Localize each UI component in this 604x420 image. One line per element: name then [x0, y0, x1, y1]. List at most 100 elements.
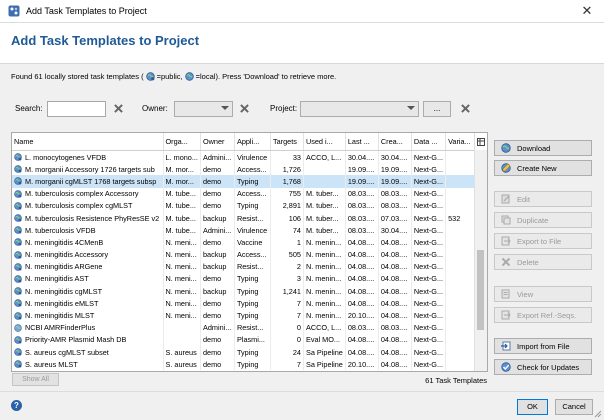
table-row[interactable]: M. morganii cgMLST 1768 targets subsp M. …	[12, 175, 478, 188]
cell-owner: backup	[200, 285, 235, 298]
clear-search-icon[interactable]	[111, 101, 125, 115]
search-input[interactable]	[47, 101, 106, 117]
check-for-updates-button[interactable]: Check for Updates	[494, 359, 592, 375]
template-name: M. tuberculosis VFDB	[25, 225, 96, 235]
cell-org: N. meni...	[163, 285, 201, 298]
cell-data: Next-G...	[411, 248, 447, 261]
template-name: S. aureus cgMLST subset	[25, 347, 109, 357]
table-row[interactable]: N. meningitidis eMLST N. meni... demo Typin…	[12, 297, 478, 310]
table-row[interactable]: S. aureus MLST S. aureus demo Typing 7 Sa Pip…	[12, 358, 478, 371]
local-globe-icon	[184, 72, 194, 81]
cell-org: M. tube...	[163, 199, 201, 212]
view-button[interactable]: View	[494, 286, 592, 302]
download-button[interactable]: Download	[494, 140, 592, 156]
resize-grip-icon[interactable]	[594, 410, 602, 418]
template-name: M. tuberculosis complex cgMLST	[25, 201, 133, 211]
column-chooser-icon[interactable]	[474, 133, 487, 151]
cell-var	[445, 272, 478, 286]
table-row[interactable]: M. tuberculosis complex cgMLST M. tube...…	[12, 199, 478, 212]
name-cell-content: S. aureus cgMLST subset	[14, 348, 161, 357]
export-to-file-button[interactable]: Export to File	[494, 233, 592, 249]
column-header[interactable]: Data ...	[411, 133, 447, 151]
table-row[interactable]: N. meningitidis MLST N. meni... demo Typing…	[12, 309, 478, 322]
column-header[interactable]: Varia...	[445, 133, 478, 151]
cell-targets: 106	[270, 211, 304, 225]
cell-org: N. meni...	[163, 272, 201, 286]
local-globe-icon	[14, 323, 22, 332]
cell-created: 04.08....	[378, 297, 412, 310]
cell-data: Next-G...	[411, 175, 447, 188]
ok-button[interactable]: OK	[517, 399, 548, 415]
templates-table[interactable]: Name Orga... Owner Appli... Targets Used i...…	[11, 132, 488, 372]
column-header[interactable]: Crea...	[378, 133, 412, 151]
export-to-file-label: Export to File	[517, 236, 562, 246]
show-all-button[interactable]: Show All	[12, 373, 59, 386]
table-header-row: Name Orga... Owner Appli... Targets Used i...…	[12, 133, 478, 151]
column-header[interactable]: Targets	[270, 133, 304, 151]
cell-data: Next-G...	[411, 199, 447, 212]
table-row[interactable]: S. aureus cgMLST subset S. aureus demo Typi…	[12, 346, 478, 359]
window-close-icon[interactable]: ✕	[570, 0, 604, 22]
project-dropdown[interactable]	[300, 101, 419, 117]
project-browse-button[interactable]: ...	[423, 101, 451, 117]
table-row[interactable]: M. tuberculosis VFDB M. tube... Admini... V…	[12, 224, 478, 237]
column-header[interactable]: Used i...	[303, 133, 346, 151]
cell-name: N. meningitidis ARGene	[12, 260, 164, 273]
public-globe-icon	[145, 72, 155, 81]
table-vertical-scrollbar[interactable]	[474, 150, 487, 371]
table-row[interactable]: N. meningitidis 4CMenB N. meni... demo Vacc…	[12, 236, 478, 249]
name-cell-content: N. meningitidis Accessory	[14, 250, 161, 259]
cell-last: 20.10....	[345, 309, 379, 322]
column-header[interactable]: Name	[12, 133, 164, 151]
template-name: N. meningitidis 4CMenB	[25, 237, 104, 247]
public-globe-icon	[14, 299, 22, 308]
column-header[interactable]: Appli...	[234, 133, 271, 151]
cell-used: M. tuber...	[303, 187, 346, 200]
help-icon[interactable]: ?	[11, 400, 22, 411]
duplicate-button[interactable]: Duplicate	[494, 212, 592, 228]
export-ref-seqs-button[interactable]: Export Ref.-Seqs.	[494, 307, 592, 323]
clear-owner-icon[interactable]	[237, 101, 251, 115]
cell-owner: demo	[200, 297, 235, 310]
cell-created: 08.03....	[378, 199, 412, 212]
cell-org: S. aureus	[163, 346, 201, 359]
info-public: =public,	[156, 72, 183, 81]
table-row[interactable]: M. morganii Accessory 1726 targets sub M.…	[12, 163, 478, 176]
table-row[interactable]: M. tuberculosis complex Accessory M. tube…	[12, 187, 478, 200]
cell-targets: 24	[270, 346, 304, 359]
name-cell-content: M. tuberculosis Resistence PhyResSE v2	[14, 214, 161, 223]
create-new-button[interactable]: Create New	[494, 160, 592, 176]
delete-button[interactable]: Delete	[494, 254, 592, 270]
cell-org: N. meni...	[163, 309, 201, 322]
edit-button[interactable]: Edit	[494, 191, 592, 207]
column-header[interactable]: Last ...	[345, 133, 379, 151]
table-row[interactable]: N. meningitidis cgMLST N. meni... backup Ty…	[12, 285, 478, 298]
cell-owner: demo	[200, 333, 235, 346]
cancel-button[interactable]: Cancel	[555, 399, 593, 415]
clear-project-icon[interactable]	[458, 101, 472, 115]
table-row[interactable]: M. tuberculosis Resistence PhyResSE v2 M.…	[12, 211, 478, 225]
table-row[interactable]: N. meningitidis AST N. meni... demo Typing 3…	[12, 272, 478, 286]
table-row[interactable]: NCBI AMRFinderPlus Admini... Resist... 0 ACC…	[12, 321, 478, 334]
table-row[interactable]: N. meningitidis ARGene N. meni... backup Re…	[12, 260, 478, 273]
import-from-file-button[interactable]: Import from File	[494, 338, 592, 354]
public-globe-icon	[14, 165, 22, 174]
owner-dropdown[interactable]	[174, 101, 233, 117]
column-header[interactable]: Owner	[200, 133, 235, 151]
scrollbar-thumb[interactable]	[477, 250, 484, 330]
table-row[interactable]: N. meningitidis Accessory N. meni... backu…	[12, 248, 478, 261]
table-row[interactable]: L. monocytogenes VFDB L. mono... Admini...…	[12, 150, 478, 164]
table-row[interactable]: Priority-AMR Plasmid Mash DB demo Plasmi..…	[12, 333, 478, 346]
cell-created: 04.08....	[378, 260, 412, 273]
public-globe-icon	[14, 202, 22, 210]
cell-created: 08.03....	[378, 187, 412, 200]
cell-created: 04.08....	[378, 333, 412, 346]
filter-bar: Search: Owner: Project: ...	[0, 99, 604, 119]
cell-used	[303, 163, 346, 176]
cell-created: 07.03....	[378, 211, 412, 225]
cell-owner: demo	[200, 175, 235, 188]
template-name: L. monocytogenes VFDB	[25, 152, 107, 162]
cell-name: Priority-AMR Plasmid Mash DB	[12, 333, 164, 346]
column-header[interactable]: Orga...	[163, 133, 201, 151]
template-name: M. morganii cgMLST 1768 targets subsp	[25, 176, 157, 186]
